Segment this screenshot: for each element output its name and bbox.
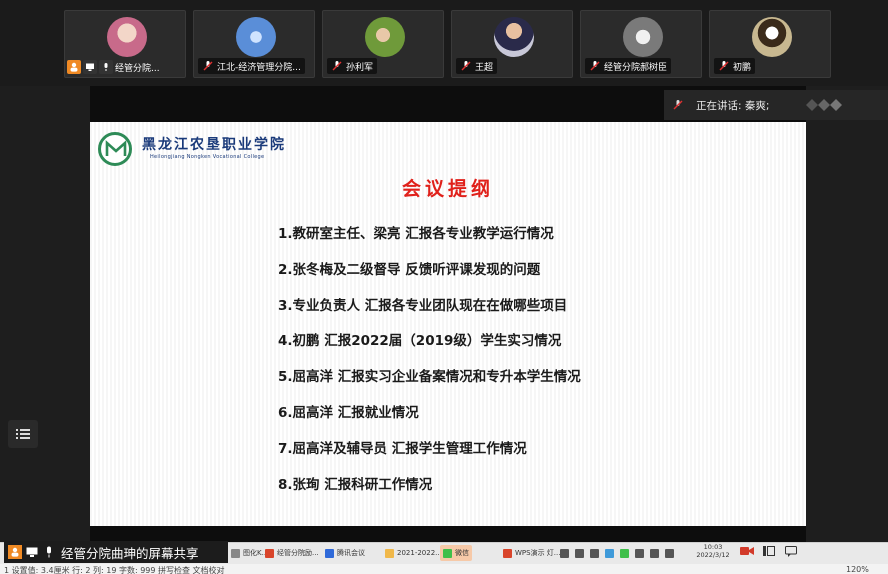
- app-icon: [325, 548, 334, 558]
- agenda-item: 7.屈高洋及辅导员 汇报学生管理工作情况: [278, 440, 527, 457]
- agenda-item: 4.初鹏 汇报2022届（2019级）学生实习情况: [278, 333, 562, 350]
- agenda-item: 5.屈高洋 汇报实习企业备案情况和专升本学生情况: [278, 369, 581, 386]
- agenda-item: 2.张冬梅及二级督导 反馈听评课发现的问题: [278, 261, 541, 278]
- screen-share-label: 经管分院曲珅的屏幕共享: [61, 545, 199, 561]
- tray-icon[interactable]: [650, 548, 659, 558]
- tray-icon[interactable]: [590, 548, 599, 558]
- tray-icon[interactable]: [575, 548, 584, 558]
- avatar: [494, 17, 534, 57]
- participant-tile[interactable]: 江北-经济管理分院...: [193, 10, 315, 78]
- zoom-level[interactable]: 120%: [846, 565, 869, 574]
- slide-title: 会议提纲: [401, 178, 494, 200]
- participant-label: 经管分院郝树臣: [585, 58, 672, 74]
- participant-label: 王超: [456, 58, 498, 74]
- mic-muted-icon: [719, 61, 729, 71]
- app-icon: [443, 548, 452, 558]
- avatar: [365, 17, 405, 57]
- taskbar-app-label: 经管分院励...: [277, 549, 319, 557]
- mic-muted-icon: [673, 100, 683, 110]
- app-icon: [385, 548, 394, 558]
- app-icon: [265, 548, 274, 558]
- speaking-text: 正在讲话: 秦爽;: [696, 99, 770, 112]
- avatar: [623, 17, 663, 57]
- participant-tile[interactable]: 初鹏: [709, 10, 831, 78]
- tray-icon[interactable]: [635, 548, 644, 558]
- presentation-slide: 黑龙江农垦职业学院 Heilongjiang Nongken Vocationa…: [90, 122, 806, 526]
- participant-tile[interactable]: 经管分院...: [64, 10, 186, 78]
- system-tray: [560, 545, 680, 561]
- participant-strip: 经管分院... 江北-经济管理分院... 孙利军 王超 经管分院郝树臣 初鹏: [0, 0, 888, 86]
- speaker-avatars-icon: [806, 99, 842, 111]
- taskbar-app-label: 微信: [455, 549, 469, 557]
- screen-share-banner[interactable]: 经管分院曲珅的屏幕共享: [4, 541, 228, 563]
- tray-icon[interactable]: [605, 548, 614, 558]
- tray-icon[interactable]: [560, 548, 569, 558]
- mic-muted-icon: [332, 61, 342, 71]
- app-icon: [231, 548, 240, 558]
- participant-tile[interactable]: 王超: [451, 10, 573, 78]
- member-list-button[interactable]: [8, 420, 38, 448]
- taskbar-app[interactable]: WPS演示 灯...: [500, 545, 564, 561]
- avatar: [752, 17, 792, 57]
- participant-name: 经管分院...: [115, 63, 160, 74]
- mic-muted-icon: [203, 61, 213, 71]
- participant-name: 孙利军: [346, 62, 374, 73]
- mic-icon: [99, 60, 113, 74]
- participant-tile[interactable]: 孙利军: [322, 10, 444, 78]
- participant-label: 初鹏: [714, 58, 756, 74]
- participant-name: 初鹏: [733, 62, 752, 73]
- chat-icon[interactable]: [784, 544, 798, 558]
- taskbar-app[interactable]: 2021-2022...: [382, 545, 445, 561]
- school-name-en: Heilongjiang Nongken Vocational College: [150, 154, 265, 160]
- clock-date: 2022/3/12: [696, 551, 730, 559]
- avatar: [107, 17, 147, 57]
- tray-icon[interactable]: [665, 548, 674, 558]
- agenda-item: 3.专业负责人 汇报各专业团队现在在做哪些项目: [278, 297, 568, 314]
- agenda-list: 1.教研室主任、梁亮 汇报各专业教学运行情况 2.张冬梅及二级督导 反馈听评课发…: [278, 222, 581, 508]
- school-name-cn: 黑龙江农垦职业学院: [142, 137, 286, 153]
- agenda-item: 8.张珣 汇报科研工作情况: [278, 476, 433, 493]
- taskbar-app[interactable]: 腾讯会议: [322, 545, 368, 561]
- layout-icon[interactable]: [762, 544, 776, 558]
- participant-name: 经管分院郝树臣: [604, 62, 668, 73]
- wps-status-bar: 1 设置值: 3.4厘米 行: 2 列: 19 字数: 999 拼写检查 文档校…: [0, 564, 888, 574]
- tray-icon[interactable]: [620, 548, 629, 558]
- app-icon: [503, 548, 512, 558]
- host-icon: [67, 60, 81, 74]
- clock-time: 10:03: [703, 543, 723, 551]
- taskbar-app[interactable]: 微信: [440, 545, 472, 561]
- right-margin: [806, 86, 888, 542]
- mic-muted-icon: [461, 61, 471, 71]
- participant-tile[interactable]: 经管分院郝树臣: [580, 10, 702, 78]
- list-icon: [16, 429, 30, 439]
- taskbar-app-label: 腾讯会议: [337, 549, 365, 557]
- screen-share-icon: [25, 545, 39, 559]
- taskbar-clock[interactable]: 10:03 2022/3/12: [696, 543, 730, 559]
- agenda-item: 1.教研室主任、梁亮 汇报各专业教学运行情况: [278, 226, 554, 242]
- host-badges: 经管分院...: [67, 60, 160, 74]
- camera-icon[interactable]: [740, 544, 754, 558]
- taskbar-app-label: WPS演示 灯...: [515, 549, 561, 557]
- agenda-item: 6.屈高洋 汇报就业情况: [278, 404, 419, 421]
- participant-label: 孙利军: [327, 58, 378, 74]
- status-left-text: 1 设置值: 3.4厘米 行: 2 列: 19 字数: 999 拼写检查 文档校…: [4, 566, 225, 574]
- college-logo-icon: [98, 132, 132, 166]
- left-margin: [0, 86, 90, 542]
- mic-muted-icon: [590, 61, 600, 71]
- participant-label: 江北-经济管理分院...: [198, 58, 305, 74]
- mic-icon: [42, 545, 56, 559]
- screen-share-icon: [83, 60, 97, 74]
- participant-name: 王超: [475, 62, 494, 73]
- meeting-controls-right: [740, 544, 806, 558]
- speaking-indicator: 正在讲话: 秦爽;: [664, 90, 888, 120]
- meeting-window: 经管分院... 江北-经济管理分院... 孙利军 王超 经管分院郝树臣 初鹏 正…: [0, 0, 888, 574]
- host-icon: [8, 545, 22, 559]
- avatar: [236, 17, 276, 57]
- taskbar-app-label: 2021-2022...: [397, 549, 442, 557]
- taskbar-app[interactable]: 经管分院励...: [262, 545, 322, 561]
- participant-name: 江北-经济管理分院...: [217, 62, 301, 73]
